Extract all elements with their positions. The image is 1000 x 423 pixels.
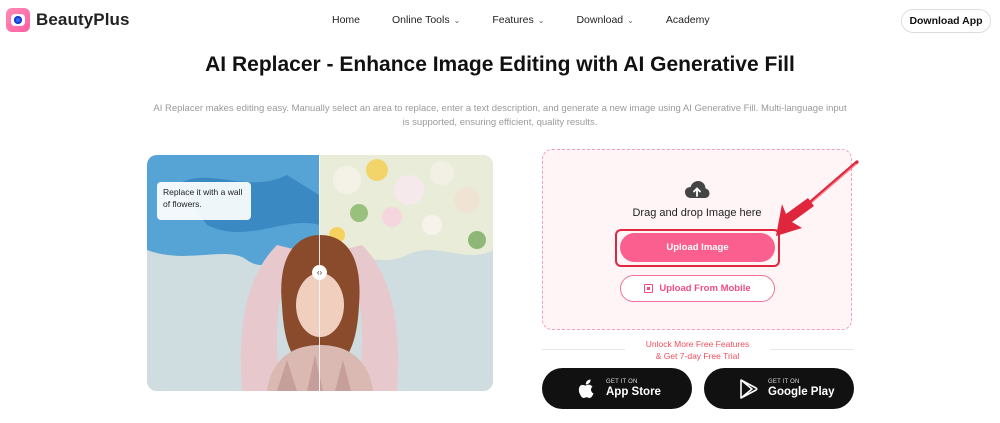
chevron-down-icon: ⌄ — [627, 15, 634, 25]
prompt-card: Replace it with a wall of flowers. — [157, 182, 251, 220]
site-header: BeautyPlus Home Online Tools ⌄ Features … — [0, 0, 1000, 42]
google-play-label: Google Play — [768, 386, 835, 398]
trial-line-2: & Get 7-day Free Trial — [655, 351, 740, 361]
apple-icon — [572, 378, 602, 399]
nav-download[interactable]: Download ⌄ — [576, 14, 633, 26]
upload-from-mobile-label: Upload From Mobile — [659, 283, 751, 294]
google-play-small-label: GET IT ON — [768, 379, 800, 385]
app-store-button[interactable]: GET IT ON App Store — [542, 368, 692, 409]
cloud-upload-icon — [685, 181, 710, 198]
nav-home[interactable]: Home — [332, 14, 360, 26]
nav-online-tools[interactable]: Online Tools ⌄ — [392, 14, 460, 26]
before-after-preview: Replace it with a wall of flowers. ‹› — [147, 155, 493, 391]
page-subtitle: AI Replacer makes editing easy. Manually… — [153, 103, 847, 128]
download-app-button[interactable]: Download App — [901, 9, 991, 33]
nav-online-tools-label: Online Tools — [392, 14, 450, 26]
upload-image-button[interactable]: Upload Image — [620, 233, 775, 262]
main-nav: Home Online Tools ⌄ Features ⌄ Download … — [332, 14, 742, 26]
nav-academy-label: Academy — [665, 14, 710, 26]
qr-code-icon — [644, 284, 654, 293]
trial-divider-left — [542, 349, 625, 350]
chevron-down-icon: ⌄ — [453, 15, 461, 25]
nav-home-label: Home — [332, 14, 361, 26]
brand-name: BeautyPlus — [36, 10, 130, 29]
nav-features-label: Features — [492, 14, 534, 26]
brand-logo[interactable]: BeautyPlus — [6, 8, 130, 32]
app-store-small-label: GET IT ON — [606, 379, 638, 385]
free-trial-promo[interactable]: Unlock More Free Features & Get 7-day Fr… — [620, 338, 775, 362]
trial-divider-right — [771, 349, 853, 350]
upload-from-mobile-button[interactable]: Upload From Mobile — [620, 275, 775, 302]
nav-academy[interactable]: Academy — [666, 14, 710, 26]
app-store-label: App Store — [606, 386, 661, 398]
trial-line-1: Unlock More Free Features — [645, 339, 750, 349]
nav-download-label: Download — [576, 14, 624, 26]
nav-features[interactable]: Features ⌄ — [492, 14, 544, 26]
pointer-arrow-icon — [776, 160, 859, 236]
google-play-icon — [734, 378, 764, 399]
chevron-down-icon: ⌄ — [537, 15, 545, 25]
camera-logo-icon — [6, 8, 30, 32]
page-title: AI Replacer - Enhance Image Editing with… — [205, 53, 795, 76]
comparison-slider-handle[interactable]: ‹› — [312, 265, 327, 280]
google-play-button[interactable]: GET IT ON Google Play — [704, 368, 854, 409]
